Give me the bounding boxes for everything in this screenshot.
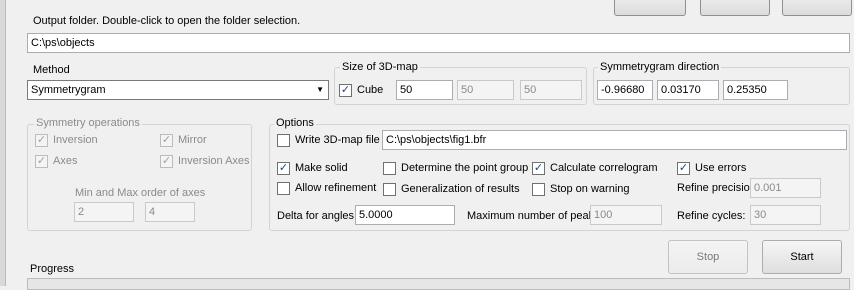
cube-label: Cube	[357, 84, 384, 96]
options-legend: Options	[274, 117, 316, 129]
axes-checkbox: ✓	[35, 155, 48, 168]
mirror-label: Mirror	[178, 134, 207, 146]
direction-y-input[interactable]: 0.03170	[657, 80, 719, 100]
inversion-axes-checkbox: ✓	[160, 155, 173, 168]
refine-precision-input: 0.001	[750, 178, 821, 198]
progress-bar	[27, 278, 850, 290]
stop-button[interactable]: Stop	[668, 240, 748, 274]
max-order-input: 4	[145, 202, 195, 222]
max-peaks-input: 100	[590, 205, 662, 225]
make-solid-label: Make solid	[295, 162, 348, 174]
inversion-label: Inversion	[53, 134, 98, 146]
allow-refinement-label: Allow refinement	[295, 182, 377, 194]
output-folder-field[interactable]: C:\ps\objects	[27, 33, 850, 53]
refine-cycles-input: 30	[750, 205, 821, 225]
refine-precision-label: Refine precision:	[677, 182, 759, 194]
write-map-label: Write 3D-map file	[295, 134, 380, 146]
determine-point-group-checkbox[interactable]	[383, 162, 396, 175]
direction-x-input[interactable]: -0.96680	[597, 80, 653, 100]
min-order-input: 2	[74, 202, 134, 222]
determine-point-group-label: Determine the point group	[401, 162, 529, 174]
top-button-3[interactable]	[782, 0, 852, 16]
calc-correlogram-checkbox[interactable]: ✓	[532, 162, 545, 175]
axes-label: Axes	[53, 155, 78, 167]
output-folder-hint: Output folder. Double-click to open the …	[33, 15, 301, 27]
stop-on-warning-checkbox[interactable]	[532, 183, 545, 196]
method-select[interactable]: Symmetrygram ▼	[27, 80, 329, 100]
write-map-checkbox[interactable]	[277, 134, 290, 147]
use-errors-label: Use errors	[695, 162, 747, 174]
top-button-1[interactable]	[614, 0, 686, 16]
mirror-checkbox: ✓	[160, 134, 173, 147]
axes-order-label: Min and Max order of axes	[75, 187, 206, 199]
map-size-x-input[interactable]: 50	[396, 80, 453, 100]
window-left-edge	[0, 0, 6, 286]
method-selected-value: Symmetrygram	[31, 84, 106, 96]
max-peaks-label: Maximum number of peaks:	[467, 210, 603, 222]
chevron-down-icon: ▼	[316, 85, 324, 94]
generalization-checkbox[interactable]	[383, 183, 396, 196]
symmetry-operations-legend: Symmetry operations	[34, 117, 142, 129]
delta-angles-input[interactable]: 5.0000	[355, 205, 455, 225]
stop-on-warning-label: Stop on warning	[550, 183, 630, 195]
map-size-legend: Size of 3D-map	[340, 61, 420, 73]
inversion-checkbox: ✓	[35, 134, 48, 147]
method-label: Method	[33, 64, 70, 76]
progress-label: Progress	[30, 263, 75, 275]
direction-legend: Symmetrygram direction	[598, 61, 722, 73]
top-button-2[interactable]	[700, 0, 770, 16]
map-size-y-input: 50	[457, 80, 514, 100]
generalization-label: Generalization of results	[401, 183, 520, 195]
use-errors-checkbox[interactable]: ✓	[677, 162, 690, 175]
calc-correlogram-label: Calculate correlogram	[550, 162, 658, 174]
direction-z-input[interactable]: 0.25350	[723, 80, 788, 100]
allow-refinement-checkbox[interactable]	[277, 182, 290, 195]
refine-cycles-label: Refine cycles:	[677, 210, 746, 222]
map-file-input[interactable]: C:\ps\objects\fig1.bfr	[382, 130, 847, 150]
map-size-z-input: 50	[520, 80, 582, 100]
cube-checkbox[interactable]: ✓	[339, 84, 352, 97]
start-button[interactable]: Start	[762, 240, 842, 274]
make-solid-checkbox[interactable]: ✓	[277, 162, 290, 175]
inversion-axes-label: Inversion Axes	[178, 155, 250, 167]
